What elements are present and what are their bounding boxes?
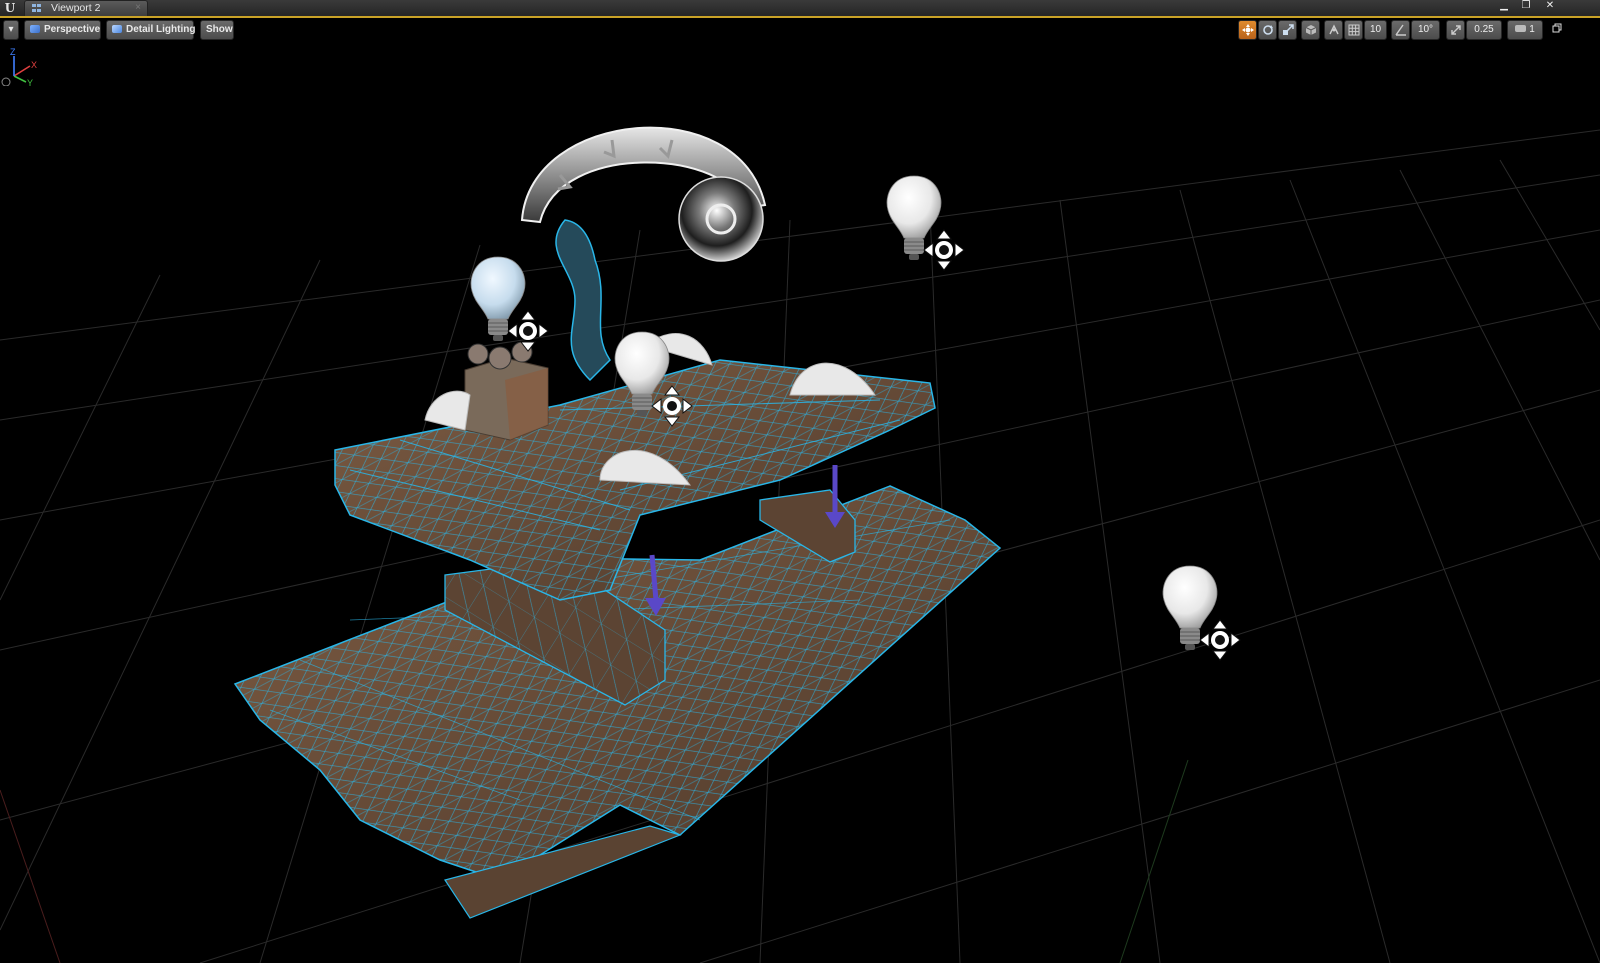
- tab-label: Viewport 2: [51, 2, 101, 14]
- move-widget-icon: [1199, 619, 1241, 661]
- light-bulb-icon: [1162, 565, 1241, 661]
- view-mode-label: Detail Lighting: [126, 24, 196, 35]
- view-mode-button[interactable]: Detail Lighting: [106, 20, 196, 40]
- translate-tool-button[interactable]: [1238, 20, 1257, 40]
- restore-viewport-button[interactable]: [1549, 20, 1564, 40]
- rotation-snap-toggle[interactable]: [1391, 20, 1410, 40]
- scale-snap-icon: [1450, 25, 1461, 35]
- scene-render: [0, 126, 1600, 963]
- tab-viewport-2[interactable]: Viewport 2 ×: [24, 0, 148, 16]
- perspective-button[interactable]: Perspective: [24, 20, 101, 40]
- perspective-cube-icon: [30, 25, 40, 33]
- perspective-label: Perspective: [44, 24, 101, 35]
- maximize-button[interactable]: ❐: [1516, 0, 1536, 14]
- light-bulb-icon: [614, 331, 693, 427]
- light-bulb-icon: [886, 175, 965, 271]
- surface-snap-button[interactable]: [1324, 20, 1343, 40]
- viewport-toolbar: ▾ Perspective Detail Lighting Show 10 10…: [0, 20, 1600, 42]
- unreal-editor-viewport-window: U Viewport 2 × ▁ ❐ ✕ ▾ Perspective Detai…: [0, 0, 1600, 963]
- rotate-icon: [1262, 25, 1273, 35]
- grid-icon: [1348, 24, 1359, 36]
- move-widget-icon: [651, 385, 693, 427]
- grid-snap-toggle[interactable]: [1344, 20, 1363, 40]
- axis-z-label: Z: [10, 47, 16, 57]
- move-widget-icon: [923, 229, 965, 271]
- camera-speed-value: 1: [1529, 24, 1535, 35]
- surface-snap-icon: [1328, 24, 1339, 35]
- restore-icon: [1552, 23, 1561, 33]
- show-button[interactable]: Show: [200, 20, 234, 40]
- viewport-3d-scene[interactable]: X Y Z: [0, 42, 1600, 963]
- rotate-tool-button[interactable]: [1258, 20, 1277, 40]
- scale-tool-button[interactable]: [1278, 20, 1297, 40]
- light-bulb-icon: [470, 256, 549, 352]
- reflection-capture-sphere: [678, 176, 764, 262]
- camera-speed-button[interactable]: 1: [1507, 20, 1543, 40]
- y-axis-line: [1119, 759, 1189, 963]
- viewport-grid-icon: [32, 4, 42, 13]
- scale-snap-value[interactable]: 0.25: [1466, 20, 1502, 40]
- grid-snap-value[interactable]: 10: [1364, 20, 1387, 40]
- scale-snap-toggle[interactable]: [1446, 20, 1465, 40]
- world-cube-icon: [1305, 25, 1316, 35]
- coordinate-space-button[interactable]: [1301, 20, 1320, 40]
- angle-icon: [1394, 24, 1406, 36]
- rotation-snap-value[interactable]: 10°: [1411, 20, 1440, 40]
- unreal-logo-icon: U: [4, 1, 16, 15]
- lighting-brush-icon: [112, 25, 122, 33]
- scale-icon: [1282, 24, 1294, 35]
- axis-x-label: X: [31, 60, 37, 70]
- title-bar: U Viewport 2 × ▁ ❐ ✕: [0, 0, 1600, 18]
- tentacle-mesh: [555, 219, 611, 382]
- translate-icon: [1241, 24, 1254, 36]
- close-button[interactable]: ✕: [1540, 0, 1560, 14]
- axis-y-label: Y: [27, 78, 33, 86]
- axis-orientation-widget: X Y Z: [1, 47, 37, 86]
- viewport-options-dropdown[interactable]: ▾: [3, 20, 19, 40]
- x-axis-line: [0, 789, 61, 963]
- move-widget-icon: [507, 310, 549, 352]
- crate-block: [464, 357, 549, 441]
- camera-icon: [1515, 25, 1527, 32]
- tab-close-icon[interactable]: ×: [135, 2, 141, 13]
- minimize-button[interactable]: ▁: [1494, 0, 1514, 14]
